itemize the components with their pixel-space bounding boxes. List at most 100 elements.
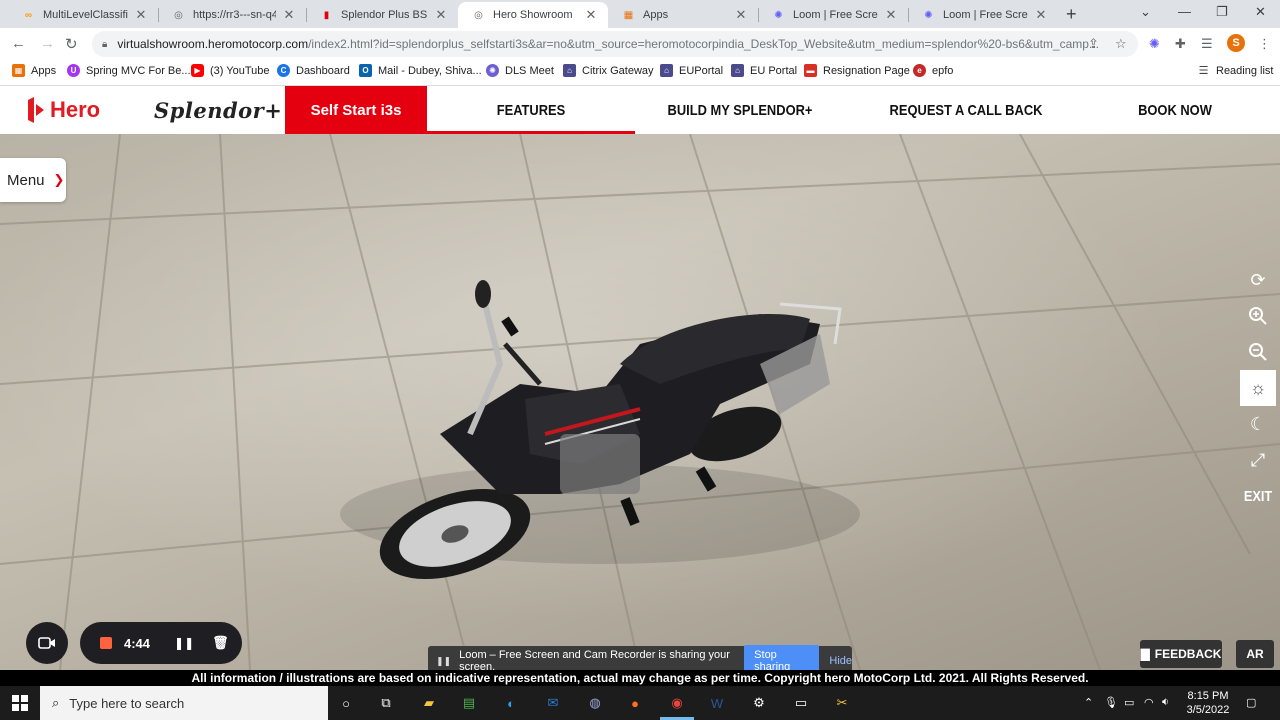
tab-title: Loom | Free Screen &	[943, 9, 1028, 21]
reload-icon[interactable]: ↻	[65, 35, 78, 53]
share-icon[interactable]: ⇪	[1088, 36, 1099, 52]
night-mode-moon-icon[interactable]: ☾	[1240, 406, 1276, 442]
rotate-icon[interactable]: ⟳	[1240, 262, 1276, 298]
address-bar[interactable]: 🔒︎ virtualshowroom.heromotocorp.com/inde…	[92, 31, 1138, 57]
browser-tab[interactable]: ▮ Splendor Plus BS 6 Bl ✕	[306, 2, 458, 28]
nav-self-start-i3s[interactable]: Self Start i3s	[285, 86, 427, 134]
bookmark-item[interactable]: e epfo	[913, 64, 953, 77]
loom-camera-button[interactable]	[26, 622, 68, 664]
browser-tab[interactable]: ▦ Apps ✕	[608, 2, 759, 28]
bookmark-item[interactable]: ✺ DLS Meet	[486, 64, 554, 77]
nav-book-now[interactable]: BOOK NOW	[1128, 86, 1223, 134]
cisco-icon[interactable]: ◍	[585, 693, 605, 713]
back-arrow-icon[interactable]: ←	[11, 35, 26, 52]
bookmark-item[interactable]: ⌂ Citrix Gateway	[563, 64, 654, 77]
browser-tab-strip: ∞ MultiLevelClassificatio ✕ ◎ https://rr…	[0, 0, 1280, 28]
taskbar-search-box[interactable]: ⌕ Type here to search	[40, 686, 328, 720]
extensions-puzzle-icon[interactable]: ✚	[1175, 36, 1186, 52]
bookmark-item[interactable]: ▬ Resignation Page	[804, 64, 910, 77]
close-tab-icon[interactable]: ✕	[434, 7, 448, 23]
minimize-icon[interactable]: —	[1178, 4, 1191, 19]
lock-icon: ⌂	[563, 64, 576, 77]
close-tab-icon[interactable]: ✕	[734, 7, 748, 23]
bookmark-item[interactable]: C Dashboard	[277, 64, 350, 77]
bookmark-item[interactable]: ⌂ EU Portal	[731, 64, 797, 77]
battery-icon[interactable]: ▭	[1124, 696, 1134, 709]
wifi-icon[interactable]: ◠	[1144, 696, 1154, 709]
browser-tab[interactable]: ◎ https://rr3---sn-q4fln ✕	[158, 2, 307, 28]
maximize-icon[interactable]: ❐	[1216, 4, 1228, 20]
showroom-3d-viewer[interactable]: Menu ❯ ⟳ ☼ ☾ ⤢ EXIT 4:44 ❚❚ 🗑︎ ❚❚ Loom –…	[0, 134, 1280, 670]
word-icon[interactable]: W	[707, 693, 727, 713]
profile-avatar[interactable]: S	[1227, 34, 1245, 52]
excel-icon[interactable]: ▤	[459, 693, 479, 713]
stop-sharing-button[interactable]: Stop sharing	[744, 645, 820, 670]
snip-tool-icon[interactable]: ✂	[832, 693, 852, 713]
loom-extension-icon[interactable]: ✺	[1149, 36, 1160, 52]
drag-handle-icon[interactable]: ❚❚	[436, 656, 451, 667]
reading-mode-icon[interactable]: ☰	[1201, 36, 1213, 52]
browser-tab[interactable]: ✺ Loom | Free Screen & ✕	[908, 2, 1058, 28]
close-window-icon[interactable]: ✕	[1255, 4, 1266, 20]
bookmark-item[interactable]: ▶ (3) YouTube	[191, 64, 270, 77]
postman-icon[interactable]: ●	[625, 693, 645, 713]
bookmark-item[interactable]: U Spring MVC For Be...	[67, 64, 191, 77]
tab-title: Loom | Free Screen &	[793, 9, 878, 21]
close-tab-icon[interactable]: ✕	[584, 7, 598, 23]
settings-gear-icon[interactable]: ⚙	[749, 693, 769, 713]
hero-logo[interactable]: Hero	[26, 96, 100, 124]
task-view-icon[interactable]: ⧉	[376, 693, 396, 713]
nav-features[interactable]: FEATURES	[442, 86, 621, 134]
zoom-in-icon[interactable]	[1240, 298, 1276, 334]
day-mode-sun-icon[interactable]: ☼	[1240, 370, 1276, 406]
splendor-logo[interactable]: Splendor+	[154, 98, 282, 123]
show-hidden-icons-chevron-icon[interactable]: ⌃	[1084, 696, 1093, 709]
microphone-icon[interactable]: 🎙︎	[1104, 696, 1118, 709]
fullscreen-expand-icon[interactable]: ⤢	[1240, 442, 1276, 478]
close-tab-icon[interactable]: ✕	[282, 7, 296, 23]
youtube-icon: ▶	[191, 64, 204, 77]
menu-button[interactable]: Menu ❯	[0, 158, 66, 202]
epfo-icon: e	[913, 64, 926, 77]
ar-button[interactable]: AR	[1236, 640, 1274, 668]
close-tab-icon[interactable]: ✕	[1034, 7, 1048, 23]
windows-start-icon[interactable]	[10, 693, 30, 713]
notifications-icon[interactable]: ▢	[1246, 696, 1256, 709]
forward-arrow-icon[interactable]: →	[40, 35, 55, 52]
apps-grid-icon: ▦	[12, 64, 25, 77]
volume-icon[interactable]: 🔉︎	[1162, 696, 1169, 709]
edge-browser-icon[interactable]: ◐	[501, 693, 521, 713]
browser-tab[interactable]: ✺ Loom | Free Screen & ✕	[758, 2, 909, 28]
feedback-button[interactable]: ▇ FEEDBACK	[1140, 640, 1222, 668]
bookmark-item[interactable]: ▦ Apps	[12, 64, 56, 77]
outlook-icon[interactable]: ✉	[543, 693, 563, 713]
file-explorer-icon[interactable]: ▰	[419, 693, 439, 713]
bookmark-item[interactable]: O Mail - Dubey, Shiva...	[359, 64, 482, 77]
browser-tab[interactable]: ∞ MultiLevelClassificatio ✕	[8, 2, 159, 28]
close-tab-icon[interactable]: ✕	[884, 7, 898, 23]
nav-build-my-splendor[interactable]: BUILD MY SPLENDOR+	[663, 86, 818, 134]
new-tab-plus-icon[interactable]: +	[1066, 4, 1077, 25]
system-clock[interactable]: 8:15 PM 3/5/2022	[1176, 689, 1240, 717]
terminal-icon[interactable]: ▭	[791, 693, 811, 713]
globe-icon: ◎	[474, 9, 483, 21]
stop-recording-icon[interactable]	[100, 637, 112, 649]
reading-list-button[interactable]: ☰ Reading list	[1197, 64, 1274, 78]
bookmark-item[interactable]: ⌂ EUPortal	[660, 64, 723, 77]
exit-button[interactable]: EXIT	[1243, 478, 1274, 514]
pause-icon[interactable]: ❚❚	[174, 636, 194, 650]
menu-label: Menu	[7, 171, 45, 189]
cortana-circle-icon[interactable]: ○	[336, 693, 356, 713]
nav-request-call-back[interactable]: REQUEST A CALL BACK	[883, 86, 1048, 134]
browser-tab-active[interactable]: ◎ Hero Showroom ✕	[458, 2, 608, 28]
chrome-icon[interactable]: ◉	[667, 693, 687, 713]
more-menu-icon[interactable]: ⋮	[1258, 36, 1271, 52]
hide-button[interactable]: Hide	[829, 655, 852, 667]
bookmark-star-icon[interactable]: ☆	[1115, 36, 1127, 52]
zoom-out-icon[interactable]	[1240, 334, 1276, 370]
tab-search-chevron-icon[interactable]: ⌄	[1140, 4, 1151, 20]
loom-icon: ∞	[24, 9, 33, 21]
trash-icon[interactable]: 🗑︎	[212, 635, 229, 651]
close-tab-icon[interactable]: ✕	[134, 7, 148, 23]
hero-favicon-icon: ▮	[323, 9, 330, 21]
